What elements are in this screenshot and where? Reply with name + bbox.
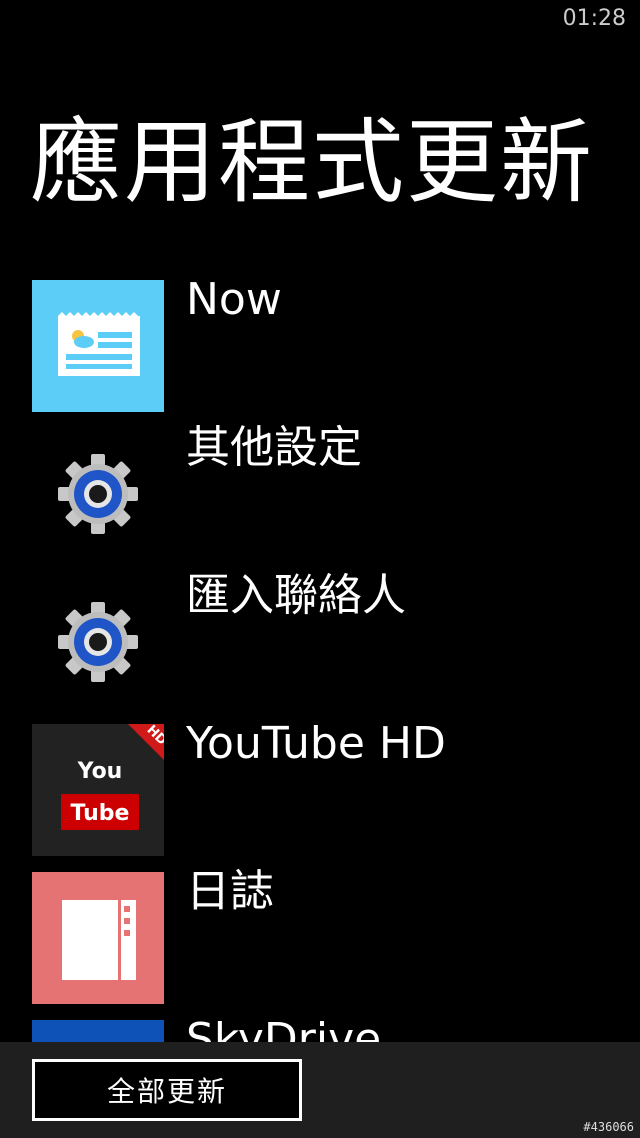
- list-item-import-contacts[interactable]: 匯入聯絡人: [32, 570, 640, 724]
- gear-icon: [32, 428, 164, 560]
- news-weather-icon: [32, 280, 164, 412]
- list-item-label: 日誌: [186, 866, 274, 917]
- list-item-now[interactable]: Now: [32, 280, 640, 428]
- list-item-youtube-hd[interactable]: HD You Tube YouTube HD: [32, 718, 640, 872]
- update-list: Now 其他設定 匯入聯絡人 HD You Tube YouTube HD 日誌…: [32, 280, 640, 1042]
- list-item-label: 其他設定: [186, 422, 362, 473]
- list-item-label: YouTube HD: [186, 718, 446, 769]
- youtube-hd-icon: HD You Tube: [32, 724, 164, 856]
- status-time: 01:28: [562, 6, 626, 31]
- list-item-label: Now: [186, 280, 282, 325]
- page-title: 應用程式更新: [30, 109, 595, 216]
- youtube-logo-bottom: Tube: [71, 801, 130, 826]
- journal-icon: [32, 872, 164, 1004]
- list-item-other-settings[interactable]: 其他設定: [32, 422, 640, 576]
- list-item-journal[interactable]: 日誌: [32, 866, 640, 1020]
- list-item-skydrive[interactable]: SkyDrive: [32, 1014, 640, 1043]
- watermark: #436066: [583, 1120, 634, 1134]
- list-item-label: 匯入聯絡人: [186, 570, 406, 621]
- gear-icon: [32, 576, 164, 708]
- skydrive-icon: [32, 1020, 164, 1042]
- youtube-logo-top: You: [77, 759, 123, 784]
- list-item-label: SkyDrive: [186, 1014, 382, 1043]
- update-all-button[interactable]: 全部更新: [32, 1059, 302, 1121]
- bottom-app-bar: 全部更新: [0, 1042, 640, 1138]
